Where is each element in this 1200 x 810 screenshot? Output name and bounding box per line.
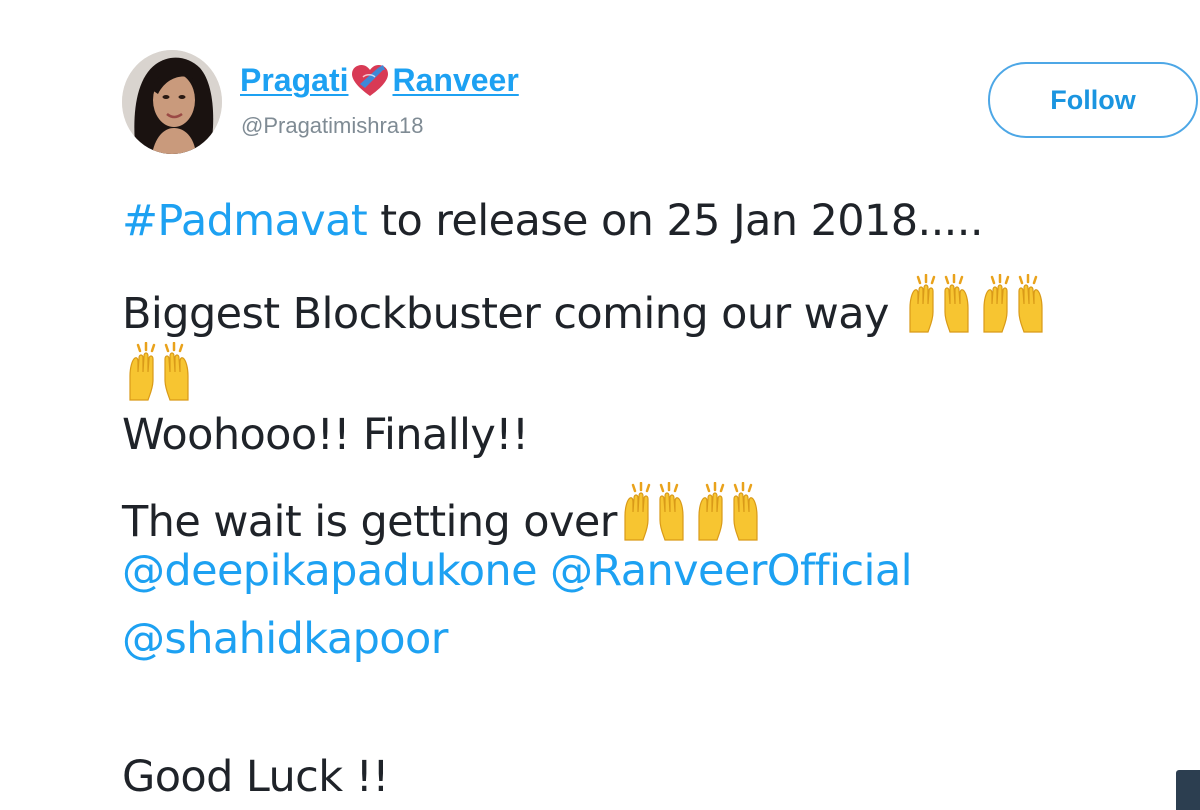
release-text: to release on 25 Jan 2018..... <box>367 196 983 246</box>
author-handle[interactable]: @Pragatimishra18 <box>241 113 424 139</box>
mention-ranveerofficial[interactable]: @RanveerOfficial <box>550 546 913 596</box>
mention-shahidkapoor[interactable]: @shahidkapoor <box>122 614 448 664</box>
author-name-first: Pragati <box>240 62 349 98</box>
hashtag-link[interactable]: #Padmavat <box>122 196 368 246</box>
raising-hands-icon <box>122 342 196 402</box>
raising-hands-icon <box>617 482 691 542</box>
follow-button[interactable]: Follow <box>988 62 1198 138</box>
tweet-line-4: The wait is getting over <box>122 476 765 547</box>
emoji-group-3 <box>617 482 765 542</box>
emoji-group-2 <box>122 342 196 402</box>
author-display-name[interactable]: Pragati Ranveer <box>240 62 519 99</box>
avatar-portrait-icon <box>122 50 222 154</box>
raising-hands-icon <box>976 274 1050 334</box>
tweet-line-emoji <box>122 336 196 407</box>
raising-hands-icon <box>902 274 976 334</box>
blockbuster-text: Biggest Blockbuster coming our way <box>122 289 902 339</box>
tweet-line-6: @shahidkapoor <box>122 614 448 664</box>
tweet-card: Pragati Ranveer @Pragatimishra18 Follow … <box>0 0 1200 810</box>
tweet-line-final: Good Luck !! <box>122 752 389 802</box>
tweet-line-1: #Padmavat to release on 25 Jan 2018..... <box>122 196 983 246</box>
scroll-to-top-button[interactable] <box>1176 770 1200 810</box>
tweet-line-2: Biggest Blockbuster coming our way <box>122 268 1050 339</box>
avatar[interactable] <box>122 50 222 154</box>
good-luck-text: Good Luck !! <box>122 752 389 802</box>
heart-with-ribbon-icon <box>350 64 390 98</box>
author-name-second: Ranveer <box>392 62 519 98</box>
tweet-line-3: Woohooo!! Finally!! <box>122 410 529 460</box>
wait-text: The wait is getting over <box>122 497 617 547</box>
mention-deepikapadukone[interactable]: @deepikapadukone <box>122 546 538 596</box>
emoji-group-1 <box>902 274 1050 334</box>
raising-hands-icon <box>691 482 765 542</box>
woohoo-text: Woohooo!! Finally!! <box>122 410 529 460</box>
tweet-line-5: @deepikapadukone @RanveerOfficial <box>122 546 913 596</box>
